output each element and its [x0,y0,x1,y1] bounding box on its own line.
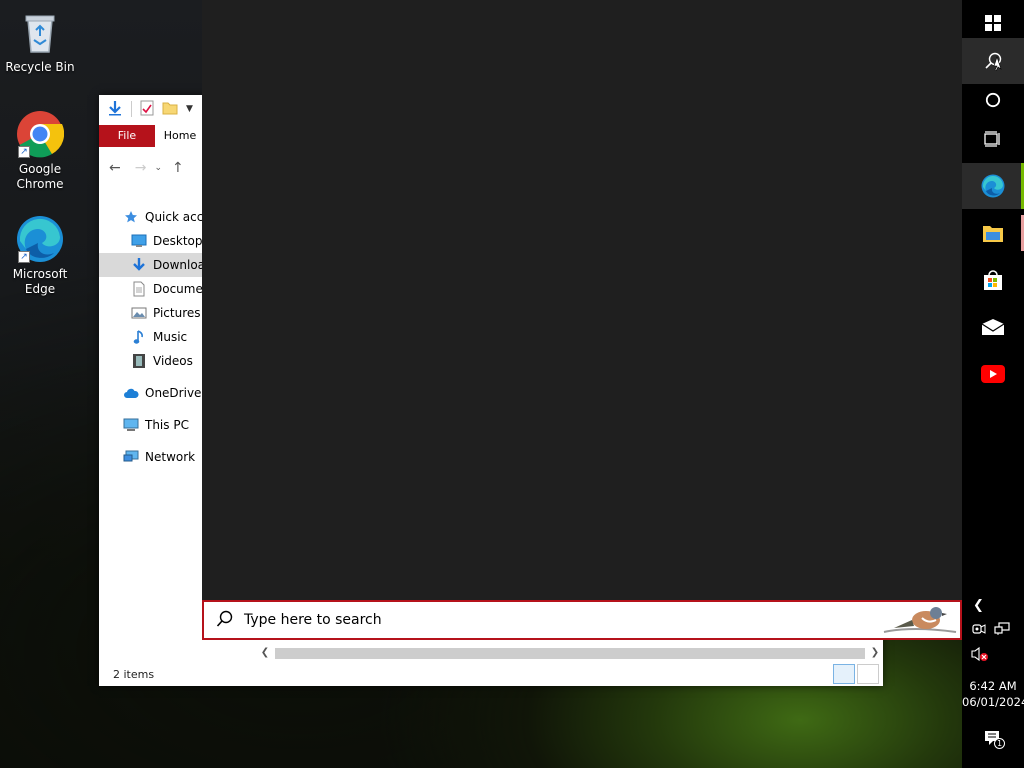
horizontal-scrollbar[interactable]: ❮ ❯ [257,645,883,661]
store-bag-icon [984,270,1002,290]
nav-item-pictures[interactable]: Pictures [99,301,209,325]
volume-muted-icon[interactable] [971,646,989,666]
nav-label: OneDrive [145,386,202,400]
task-view-icon [984,131,1000,147]
nav-item-videos[interactable]: Videos [99,349,209,373]
document-icon [131,281,147,297]
properties-check-icon[interactable] [140,100,154,119]
tab-file[interactable]: File [99,125,155,147]
meet-now-icon[interactable] [972,622,986,640]
search-highlight-bird-icon [883,607,957,633]
nav-item-quick-access[interactable]: Quick access [99,205,209,229]
back-arrow-icon[interactable]: ← [109,160,121,176]
scroll-left-arrow-icon[interactable]: ❮ [257,645,273,661]
cortana-circle-icon [985,92,1001,108]
taskbar-app-microsoft-store[interactable] [962,257,1024,303]
nav-label: Pictures [153,306,201,320]
up-arrow-icon[interactable]: ↑ [172,160,184,176]
shortcut-arrow-icon: ↗ [18,146,30,158]
chrome-icon: ↗ [16,110,65,158]
tab-home[interactable]: Home [155,125,205,147]
edge-icon: ↗ [16,215,64,263]
edge-label-line1: Microsoft [12,267,68,281]
taskbar-app-youtube[interactable] [962,351,1024,397]
shortcut-arrow-icon: ↗ [18,251,30,263]
recycle-bin-label: Recycle Bin [5,60,75,74]
search-icon [985,52,1002,71]
pictures-icon [131,305,147,321]
status-item-count: 2 items [113,668,155,681]
taskbar-app-file-explorer[interactable] [962,210,1024,256]
toolbar-dropdown-icon[interactable]: ▼ [186,104,193,114]
taskbar-app-mail[interactable] [962,304,1024,350]
scroll-right-arrow-icon[interactable]: ❯ [867,645,883,661]
nav-label: Desktop [153,234,203,248]
film-icon [131,353,147,369]
star-icon [123,209,139,225]
music-note-icon [131,329,147,345]
desktop-icon-microsoft-edge[interactable]: ↗ Microsoft Edge [4,215,76,297]
nav-item-documents[interactable]: Documents [99,277,209,301]
nav-label: Quick access [145,210,209,224]
large-icons-view-button[interactable] [857,664,879,684]
desktop-icon-recycle-bin[interactable]: Recycle Bin [4,8,76,75]
desktop-folder-icon [131,233,147,249]
navigation-pane: Quick access Desktop Downloads Documents… [99,205,209,469]
notification-count-badge: 1 [994,738,1005,749]
windows-logo-icon [985,15,1001,31]
search-icon [216,610,234,631]
youtube-play-icon [981,365,1005,383]
download-arrow-icon[interactable] [107,100,123,119]
clock-time: 6:42 AM [969,679,1017,693]
view-toggle [833,664,879,684]
taskbar-app-edge[interactable] [962,163,1024,209]
edge-icon [981,174,1005,198]
action-center-button[interactable]: 1 [984,730,1005,752]
details-view-button[interactable] [833,664,855,684]
recent-locations-chevron-icon[interactable]: ⌄ [154,163,162,173]
folder-icon [983,226,1003,242]
nav-item-downloads[interactable]: Downloads [99,253,209,277]
cloud-icon [123,385,139,401]
task-view-button[interactable] [962,116,1024,162]
recycle-bin-icon [16,8,64,56]
scrollbar-thumb[interactable] [275,648,865,659]
chrome-label-line1: Google [18,162,62,176]
mail-envelope-icon [981,319,1005,335]
new-folder-icon[interactable] [162,100,178,119]
nav-label: Network [145,450,196,464]
nav-item-onedrive[interactable]: OneDrive [99,381,209,405]
toolbar-divider [131,101,132,117]
desktop-icon-google-chrome[interactable]: ↗ Google Chrome [4,110,76,192]
nav-label: Music [153,330,188,344]
nav-item-this-pc[interactable]: This PC [99,413,209,437]
clock-date: 06/01/2024 [962,695,1024,709]
navigation-bar: ← → ⌄ ↑ [99,153,184,183]
edge-label-line2: Edge [24,282,56,296]
nav-item-desktop[interactable]: Desktop [99,229,209,253]
nav-label: Downloads [153,258,209,272]
nav-item-network[interactable]: Network [99,445,209,469]
nav-label: Videos [153,354,193,368]
taskbar: ❮ 6:42 AM 06/01/2024 1 [962,0,1024,768]
network-icon [123,449,139,465]
chrome-label-line2: Chrome [16,177,64,191]
forward-arrow-icon[interactable]: → [135,160,147,176]
nav-label: This PC [145,418,189,432]
network-status-icon[interactable] [994,622,1010,640]
taskbar-search-box[interactable]: Type here to search [202,600,962,640]
search-placeholder: Type here to search [244,612,382,628]
search-flyout-panel [202,0,962,600]
taskbar-clock[interactable]: 6:42 AM 06/01/2024 [962,678,1024,710]
computer-icon [123,417,139,433]
nav-item-music[interactable]: Music [99,325,209,349]
ribbon-tabs: File Home [99,125,205,147]
show-hidden-icons-chevron-icon[interactable]: ❮ [973,598,984,613]
downloads-arrow-icon [131,257,147,273]
nav-label: Documents [153,282,209,296]
